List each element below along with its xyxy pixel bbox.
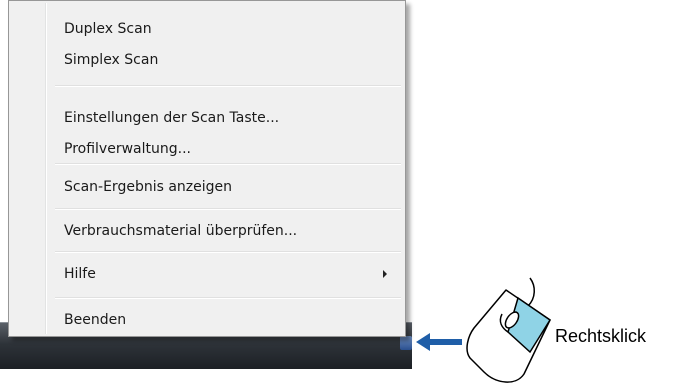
tray-scanner-icon[interactable] — [400, 336, 412, 350]
right-click-label: Rechtsklick — [555, 326, 647, 346]
menu-item-label: Scan-Ergebnis anzeigen — [64, 179, 233, 195]
left-arrow-icon — [416, 333, 462, 351]
menu-item-label: Hilfe — [64, 266, 96, 282]
menu-item-label: Beenden — [64, 312, 127, 328]
menu-separator — [55, 85, 401, 87]
menu-item-help[interactable]: Hilfe — [11, 260, 403, 288]
menu-item-label: Simplex Scan — [64, 52, 159, 68]
menu-item-profile-management[interactable]: Profilverwaltung... — [11, 135, 403, 163]
menu-separator — [55, 297, 401, 299]
context-menu: Duplex Scan Simplex Scan Einstellungen d… — [8, 0, 406, 337]
menu-item-exit[interactable]: Beenden — [11, 306, 403, 334]
menu-item-label: Profilverwaltung... — [64, 141, 191, 157]
menu-item-simplex-scan[interactable]: Simplex Scan — [11, 46, 403, 74]
menu-item-show-scan-result[interactable]: Scan-Ergebnis anzeigen — [11, 173, 403, 201]
menu-separator — [55, 163, 401, 165]
menu-separator — [55, 208, 401, 210]
menu-item-scan-button-settings[interactable]: Einstellungen der Scan Taste... — [11, 104, 403, 132]
menu-separator — [55, 251, 401, 253]
menu-item-check-consumables[interactable]: Verbrauchsmaterial überprüfen... — [11, 217, 403, 245]
menu-item-label: Einstellungen der Scan Taste... — [64, 110, 280, 126]
menu-item-label: Verbrauchsmaterial überprüfen... — [64, 223, 298, 239]
mouse-icon — [466, 277, 552, 383]
submenu-arrow-icon — [383, 270, 387, 278]
menu-item-label: Duplex Scan — [64, 21, 152, 37]
menu-item-duplex-scan[interactable]: Duplex Scan — [11, 15, 403, 43]
